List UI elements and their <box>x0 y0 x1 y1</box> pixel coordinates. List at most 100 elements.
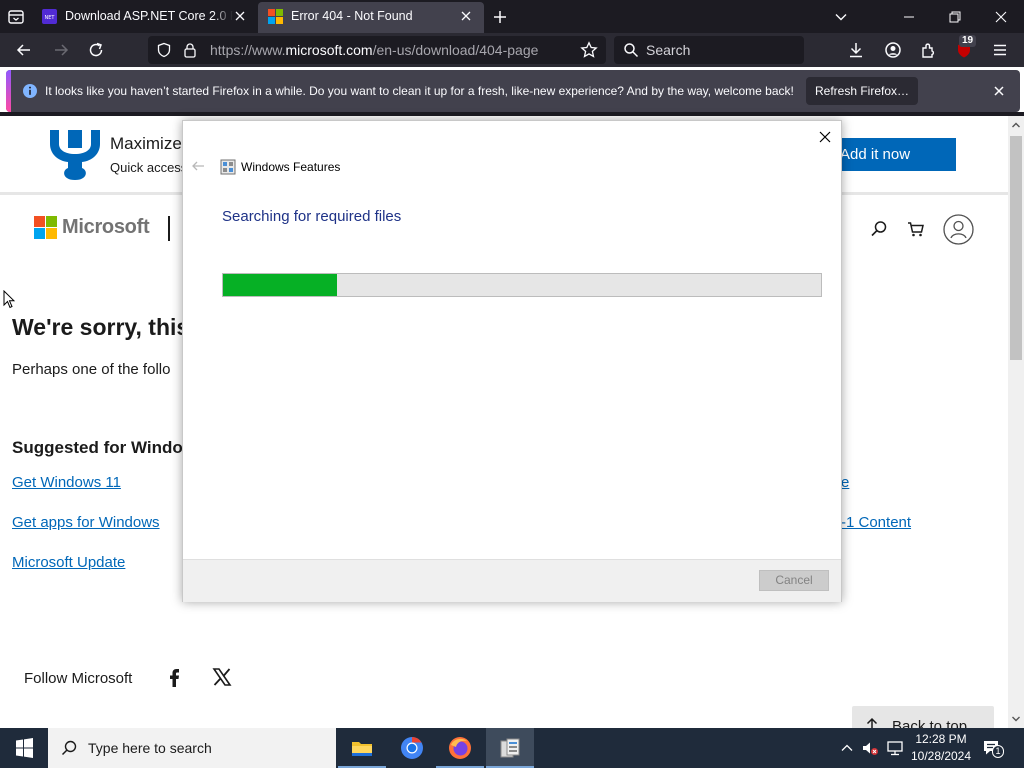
restore-icon[interactable] <box>944 6 966 28</box>
account-icon[interactable] <box>883 40 903 60</box>
clock-time: 12:28 PM <box>915 732 967 746</box>
account-avatar-icon[interactable] <box>943 214 974 245</box>
firefox-icon <box>449 737 471 759</box>
facebook-icon[interactable] <box>163 666 185 688</box>
taskbar-file-explorer[interactable] <box>338 728 386 768</box>
microsoft-wordmark[interactable]: Microsoft <box>62 216 150 239</box>
windows-features-app-icon <box>220 159 236 175</box>
tab-error-404[interactable]: Error 404 - Not Found <box>258 2 484 33</box>
navigation-toolbar: https://www.microsoft.com/en-us/download… <box>0 33 1024 67</box>
network-icon[interactable] <box>886 739 904 757</box>
close-window-icon[interactable] <box>990 6 1012 28</box>
bookmark-star-icon[interactable] <box>580 41 598 59</box>
tab-strip: NET Download ASP.NET Core 2.0 Runtime Er… <box>0 0 1024 33</box>
error-heading: We're sorry, this <box>12 314 190 340</box>
chevron-up-icon[interactable] <box>838 739 856 757</box>
back-icon[interactable] <box>14 40 34 60</box>
svg-text:NET: NET <box>45 15 56 21</box>
perhaps-text: Perhaps one of the follo <box>12 361 171 378</box>
dialog-footer: Cancel <box>183 559 841 602</box>
windows-taskbar: Type here to search 12:28 PM 10/28/2024 … <box>0 728 1024 768</box>
taskbar-search-placeholder: Type here to search <box>88 740 212 756</box>
url-path: /en-us/download/404-page <box>372 42 539 58</box>
dotnet-favicon-icon: NET <box>42 9 57 24</box>
refresh-firefox-button[interactable]: Refresh Firefox… <box>806 77 918 105</box>
notification-accent-stripe <box>6 70 11 112</box>
suggested-heading: Suggested for Window <box>12 438 197 457</box>
close-icon[interactable] <box>817 129 833 145</box>
chevron-down-icon[interactable] <box>832 8 850 26</box>
follow-microsoft-label: Follow Microsoft <box>24 670 133 687</box>
back-arrow-icon[interactable] <box>191 159 205 173</box>
microsoft-logo-icon[interactable] <box>34 216 58 240</box>
x-twitter-icon[interactable] <box>211 666 233 688</box>
lock-icon[interactable] <box>182 42 198 58</box>
minimize-icon[interactable] <box>898 6 920 28</box>
taskbar-firefox[interactable] <box>436 728 484 768</box>
tab-download-aspnet[interactable]: NET Download ASP.NET Core 2.0 Runtime <box>32 0 258 33</box>
taskbar-chrome[interactable] <box>388 728 436 768</box>
scroll-up-icon[interactable] <box>1010 119 1022 131</box>
taskbar-windows-features[interactable] <box>486 728 534 768</box>
search-icon <box>61 740 77 756</box>
link-get-apps-for-windows[interactable]: Get apps for Windows <box>12 514 160 531</box>
clock-date: 10/28/2024 <box>910 749 972 763</box>
microsoft-favicon-icon <box>268 9 283 24</box>
close-tab-icon[interactable] <box>458 8 474 24</box>
new-tab-icon[interactable] <box>490 7 510 27</box>
taskbar-clock[interactable]: 12:28 PM 10/28/2024 <box>906 731 976 765</box>
search-input[interactable]: Search <box>614 36 804 64</box>
promo-title: Maximize <box>110 134 182 153</box>
scroll-down-icon[interactable] <box>1010 713 1022 725</box>
windows-start-icon[interactable] <box>0 728 48 768</box>
header-divider <box>168 216 170 241</box>
notification-message: It looks like you haven’t started Firefo… <box>45 84 794 98</box>
taskbar-search-input[interactable]: Type here to search <box>48 728 336 768</box>
forward-icon[interactable] <box>51 40 71 60</box>
link-microsoft-update[interactable]: Microsoft Update <box>12 554 125 571</box>
dialog-title: Windows Features <box>241 160 341 174</box>
url-prefix: https://www. <box>210 42 286 58</box>
dialog-status-heading: Searching for required files <box>222 208 402 225</box>
reload-icon[interactable] <box>86 40 106 60</box>
link-right-1[interactable]: e <box>841 474 849 491</box>
url-domain: microsoft.com <box>285 42 373 58</box>
chrome-icon <box>401 737 423 759</box>
search-placeholder: Search <box>646 42 691 58</box>
search-icon <box>624 43 639 58</box>
info-icon <box>23 84 37 98</box>
cancel-button[interactable]: Cancel <box>759 570 829 591</box>
tab-list-icon[interactable] <box>6 7 26 27</box>
arrow-up-icon <box>866 717 878 728</box>
windows-features-dialog: Windows Features Searching for required … <box>182 120 842 602</box>
tab-title: Download ASP.NET Core 2.0 Runtime <box>65 9 233 23</box>
progress-bar-fill <box>223 274 337 296</box>
hamburger-menu-icon[interactable] <box>990 40 1010 60</box>
link-right-2[interactable]: -1 Content <box>841 514 911 531</box>
cart-icon[interactable] <box>906 219 926 239</box>
url-text[interactable]: https://www.microsoft.com/en-us/download… <box>210 42 538 58</box>
scrollbar-thumb[interactable] <box>1010 136 1022 360</box>
add-it-now-button[interactable]: Add it now <box>826 138 956 171</box>
link-get-windows-11[interactable]: Get Windows 11 <box>12 474 121 491</box>
address-bar[interactable]: https://www.microsoft.com/en-us/download… <box>148 36 606 64</box>
microsoft-store-promo-icon <box>50 130 100 180</box>
downloads-icon[interactable] <box>846 40 866 60</box>
mouse-cursor-icon <box>3 290 15 309</box>
extension-badge: 19 <box>959 35 977 47</box>
shield-icon[interactable] <box>156 42 172 58</box>
promo-subtitle: Quick access <box>110 160 188 175</box>
back-to-top-label: Back to top <box>892 718 968 728</box>
progress-bar <box>222 273 822 297</box>
back-to-top-button[interactable]: Back to top <box>852 706 994 728</box>
tab-title: Error 404 - Not Found <box>291 9 413 23</box>
notification-center-button[interactable]: 1 <box>982 739 1004 759</box>
windows-features-app-icon <box>500 738 520 758</box>
refresh-firefox-notification: It looks like you haven’t started Firefo… <box>6 70 1020 112</box>
extensions-icon[interactable] <box>919 40 939 60</box>
notification-count-badge: 1 <box>992 745 1004 758</box>
volume-muted-icon[interactable] <box>861 739 879 757</box>
search-icon[interactable] <box>869 219 889 239</box>
close-icon[interactable] <box>991 83 1007 99</box>
close-tab-icon[interactable] <box>232 8 248 24</box>
